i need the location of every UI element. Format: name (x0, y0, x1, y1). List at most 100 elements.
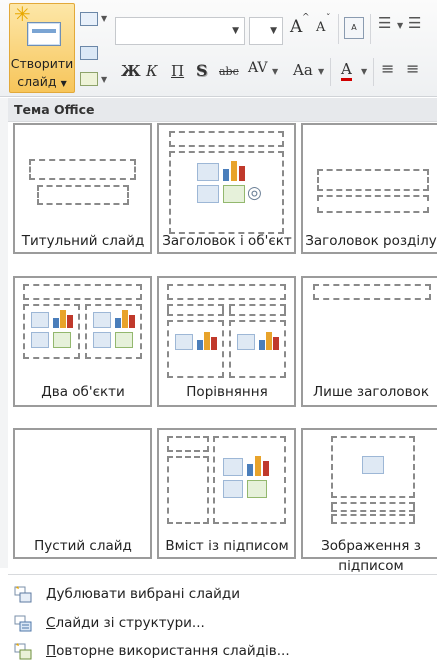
smartart-icon (115, 332, 133, 348)
ribbon: ✳ Створити слайд ▼ ▼ ▼ ▼ ▼ A ^ A ˇ A ☰ ▼… (0, 0, 437, 97)
placeholder-title (313, 284, 431, 300)
bullets-icon[interactable]: ☰ (378, 14, 391, 32)
outline-icon (14, 615, 32, 632)
placeholder-content (213, 436, 286, 524)
layout-caption: Вміст із підписом (165, 538, 289, 554)
align-center-icon[interactable]: ≡ (406, 59, 419, 78)
table-icon (237, 334, 255, 350)
chart-icon (53, 309, 73, 328)
layout-icon[interactable] (80, 12, 98, 26)
new-slide-button[interactable]: ✳ Створити слайд ▼ (9, 2, 75, 93)
change-case-button[interactable]: Aa (293, 61, 313, 79)
chart-icon (247, 454, 269, 476)
placeholder-title (167, 284, 286, 300)
divider (373, 58, 374, 86)
placeholder-heading-right (229, 304, 286, 316)
divider (338, 14, 339, 44)
picture-icon (197, 185, 219, 203)
reset-icon[interactable] (80, 46, 98, 60)
placeholder-picture (331, 436, 415, 498)
table-icon (93, 312, 111, 328)
underline-button[interactable]: П (171, 62, 184, 80)
placeholder-subtitle (37, 185, 129, 205)
new-slide-label: Створити (10, 56, 74, 71)
smartart-icon (247, 480, 267, 498)
divider (8, 574, 437, 575)
smartart-icon (223, 185, 245, 203)
chevron-down-icon: ▼ (361, 67, 368, 76)
placeholder-content-right (229, 320, 286, 378)
picture-icon (362, 456, 384, 474)
grow-font-button[interactable]: A (290, 17, 302, 37)
shadow-button[interactable]: S (196, 61, 208, 80)
chevron-down-icon: ▼ (232, 26, 239, 36)
table-icon (223, 458, 243, 476)
placeholder-title (167, 436, 209, 452)
chart-icon (115, 309, 135, 328)
strikethrough-button[interactable]: abc (219, 65, 239, 78)
reuse-slides-item[interactable]: Повторне використання слайдів... (14, 641, 434, 663)
duplicate-slides-label: Дублювати вибрані слайди (46, 586, 240, 602)
slide-icon (27, 22, 61, 46)
chevron-down-icon: ▼ (101, 14, 108, 23)
placeholder-title (29, 159, 136, 180)
placeholder-text (317, 195, 429, 213)
placeholder-text (167, 456, 209, 524)
numbering-icon[interactable]: ☰ (408, 14, 421, 32)
layout-caption: Зображення з підписом (321, 538, 421, 574)
divider (330, 58, 331, 86)
layout-caption: Заголовок розділу (305, 233, 437, 249)
italic-button[interactable]: К (146, 62, 158, 80)
placeholder-content: ◎ (169, 151, 284, 234)
chart-icon (197, 331, 217, 350)
table-icon (197, 163, 219, 181)
layout-caption: Титульний слайд (21, 233, 145, 249)
gallery-gutter (0, 98, 8, 568)
character-spacing-button[interactable]: AV (248, 60, 268, 76)
layout-caption: Порівняння (186, 384, 268, 400)
grow-arrow-icon: ^ (302, 13, 310, 23)
align-left-icon[interactable]: ≡ (381, 59, 394, 78)
chevron-down-icon: ▼ (270, 26, 277, 36)
slides-from-outline-label: Слайди зі структури... (46, 615, 205, 631)
font-size-input[interactable]: ▼ (249, 17, 283, 45)
table-icon (31, 312, 49, 328)
divider (370, 14, 371, 44)
placeholder-content-right (85, 304, 142, 359)
new-slide-dropdown[interactable]: слайд ▼ (10, 74, 74, 89)
shrink-arrow-icon: ˇ (326, 14, 331, 24)
placeholder-content-left (23, 304, 80, 359)
chart-icon (223, 159, 245, 181)
media-icon: ◎ (247, 183, 262, 203)
gallery-section-title: Тема Office (8, 98, 437, 122)
layout-caption: Два об'єкти (41, 384, 125, 400)
shrink-font-button[interactable]: A (316, 20, 325, 35)
placeholder-title (169, 131, 284, 147)
font-name-input[interactable]: ▼ (115, 17, 245, 45)
placeholder-title (23, 284, 142, 300)
reuse-slides-label: Повторне використання слайдів... (46, 643, 290, 659)
picture-icon (223, 480, 243, 498)
chevron-down-icon: ▼ (272, 67, 279, 76)
picture-icon (93, 332, 111, 348)
bold-button[interactable]: Ж (121, 62, 141, 80)
placeholder-heading-left (167, 304, 224, 316)
placeholder-content-left (167, 320, 224, 378)
reuse-slides-icon (14, 643, 32, 660)
placeholder-title (331, 502, 415, 512)
placeholder-text (331, 514, 415, 524)
duplicate-slides-item[interactable]: Дублювати вибрані слайди (14, 584, 434, 606)
table-icon (175, 334, 193, 350)
placeholder-title (317, 169, 429, 191)
picture-icon (31, 332, 49, 348)
section-icon[interactable] (80, 72, 98, 86)
layout-caption: Заголовок і об'єкт (162, 233, 292, 249)
duplicate-slides-icon (14, 586, 32, 603)
slides-from-outline-item[interactable]: Слайди зі структури... (14, 613, 434, 635)
clear-formatting-icon[interactable]: A (344, 17, 364, 39)
layout-caption: Пустий слайд (34, 538, 132, 554)
chevron-down-icon: ▼ (397, 21, 404, 30)
smartart-icon (53, 332, 71, 348)
chevron-down-icon: ▼ (101, 75, 108, 84)
font-color-button[interactable]: A (341, 60, 352, 81)
